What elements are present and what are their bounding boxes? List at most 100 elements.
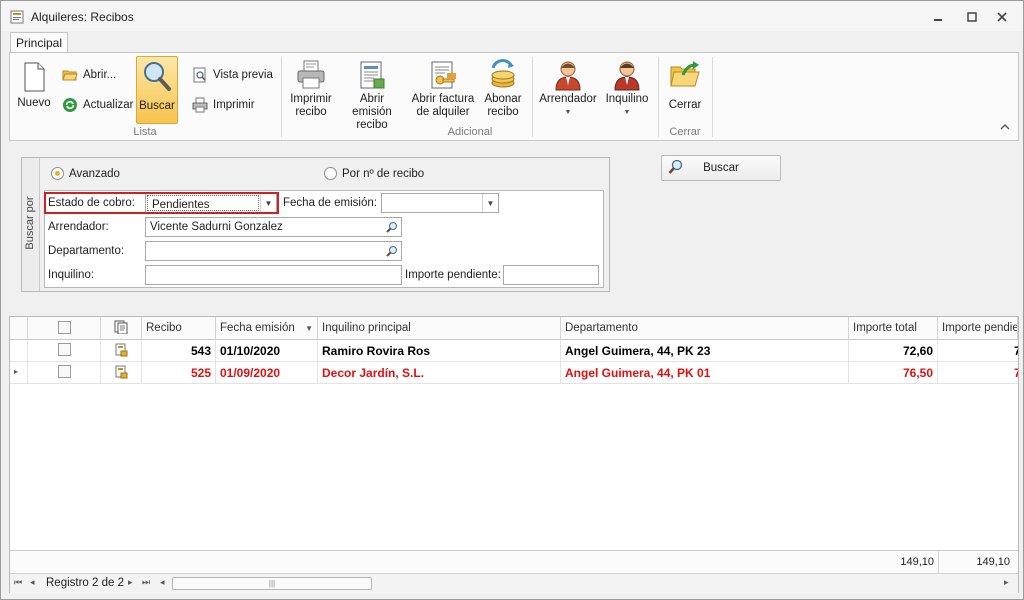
- departamento-label: Departamento:: [48, 245, 125, 257]
- importe-pendiente-field[interactable]: [503, 265, 599, 285]
- first-record-icon[interactable]: ⏮: [14, 577, 22, 588]
- search-icon[interactable]: [383, 242, 401, 260]
- refresh-icon: [62, 97, 83, 113]
- arrendador-label: Arrendador: [539, 93, 597, 105]
- cerrar-button[interactable]: Cerrar: [664, 59, 706, 112]
- inquilino-label: Inquilino:: [48, 269, 95, 281]
- collapse-ribbon-icon[interactable]: [1000, 123, 1010, 134]
- departamento-value: [146, 242, 383, 260]
- actualizar-button[interactable]: Actualizar: [62, 97, 134, 113]
- row-checkbox[interactable]: [57, 343, 71, 356]
- imprimir-button[interactable]: Imprimir: [192, 97, 255, 113]
- exit-folder-icon: [669, 59, 701, 91]
- chevron-down-icon[interactable]: ▼: [482, 194, 498, 212]
- search-icon[interactable]: [383, 218, 401, 236]
- previous-record-icon[interactable]: ◂: [30, 577, 35, 588]
- chevron-down-icon: ▼: [564, 109, 572, 116]
- table-row[interactable]: ▸ 525 01/09/2020 Decor Jardín, S.L. Ange…: [10, 362, 1018, 384]
- select-all-header[interactable]: [28, 317, 101, 340]
- column-header-departamento[interactable]: Departamento: [561, 317, 849, 340]
- minimize-button[interactable]: [927, 8, 949, 26]
- group-label-cerrar: Cerrar: [669, 126, 701, 138]
- arrendador-dropdown-button[interactable]: Arrendador ▼: [538, 59, 598, 119]
- column-header-recibo[interactable]: Recibo: [142, 317, 216, 340]
- abrir-factura-label-2: de alquiler: [416, 106, 470, 118]
- imprimir-recibo-button[interactable]: Imprimir recibo: [288, 59, 334, 119]
- record-navigator: ⏮ ◂ Registro 2 de 2 ▸ ⏭ ◂ ||| ▸: [10, 573, 1018, 593]
- radio-avanzado[interactable]: Avanzado: [51, 167, 120, 180]
- group-separator: [532, 57, 533, 137]
- cell-recibo: 525: [142, 362, 216, 384]
- column-header-importe-pendiente[interactable]: Importe pendiente: [938, 317, 1018, 340]
- fecha-emision-select[interactable]: ▼: [381, 193, 499, 213]
- radio-por-numero[interactable]: Por nº de recibo: [324, 167, 424, 180]
- last-record-icon[interactable]: ⏭: [142, 577, 150, 588]
- cell-importe-pendiente: 76,50: [938, 362, 1018, 383]
- cerrar-label: Cerrar: [668, 99, 702, 111]
- tab-principal[interactable]: Principal: [10, 32, 68, 54]
- abonar-label-2: recibo: [487, 106, 519, 118]
- cell-importe-total: 76,50: [849, 362, 938, 384]
- inquilino-dropdown-button[interactable]: Inquilino ▼: [602, 59, 652, 119]
- ribbon: Nuevo Abrir... Actualizar Buscar Vista p: [9, 52, 1019, 141]
- preview-icon: [192, 67, 213, 83]
- group-separator: [281, 57, 282, 137]
- close-button[interactable]: [991, 8, 1013, 26]
- abonar-recibo-button[interactable]: Abonar recibo: [480, 59, 526, 119]
- departamento-field[interactable]: [145, 241, 402, 261]
- scroll-right-icon[interactable]: ▸: [1004, 577, 1009, 588]
- cell-inquilino: Decor Jardín, S.L.: [318, 362, 561, 384]
- inquilino-field[interactable]: [145, 265, 402, 285]
- receipt-icon: [115, 343, 128, 357]
- app-window: Alquileres: Recibos Principal Nuevo Abri…: [0, 0, 1024, 600]
- row-checkbox-cell[interactable]: [28, 340, 101, 362]
- arrendador-field[interactable]: Vicente Sadurni Gonzalez: [145, 217, 402, 237]
- new-document-icon: [18, 61, 50, 93]
- scroll-left-icon[interactable]: ◂: [160, 577, 165, 588]
- radio-por-numero-label: Por nº de recibo: [342, 167, 425, 180]
- print-receipt-icon: [295, 59, 327, 91]
- receipt-icon: [115, 365, 128, 379]
- cell-importe-total: 72,60: [849, 340, 938, 362]
- coins-refund-icon: [487, 59, 519, 91]
- select-all-checkbox[interactable]: [57, 321, 71, 334]
- row-checkbox[interactable]: [57, 365, 71, 378]
- radio-unselected-icon: [324, 167, 337, 180]
- buscar-ribbon-button[interactable]: Buscar: [136, 56, 178, 124]
- group-label-lista: Lista: [133, 126, 157, 138]
- imprimir-label: Imprimir: [213, 99, 255, 111]
- buscar-por-label: Buscar por: [24, 196, 36, 250]
- abrir-button[interactable]: Abrir...: [62, 67, 116, 83]
- folder-open-icon: [62, 67, 83, 83]
- printer-icon: [192, 97, 213, 113]
- inquilino-label: Inquilino: [605, 93, 649, 105]
- nuevo-button[interactable]: Nuevo: [16, 61, 52, 110]
- arrendador-label: Arrendador:: [48, 221, 109, 233]
- cell-importe-pendiente-clip: 76,50: [938, 362, 1018, 384]
- next-record-icon[interactable]: ▸: [128, 577, 133, 588]
- column-header-importe-total[interactable]: Importe total: [849, 317, 938, 340]
- abrir-emision-label-1: Abrir emisión: [352, 93, 392, 118]
- row-checkbox-cell[interactable]: [28, 362, 101, 384]
- fecha-emision-value: [382, 194, 482, 212]
- cell-fecha: 01/09/2020: [216, 362, 318, 384]
- arrendador-value: Vicente Sadurni Gonzalez: [150, 221, 283, 233]
- search-icon: [668, 159, 684, 178]
- chevron-down-icon: ▼: [623, 109, 631, 116]
- receipt-issue-icon: [356, 59, 388, 91]
- column-header-fecha[interactable]: Fecha emisión ▼: [216, 317, 318, 340]
- maximize-button[interactable]: [961, 8, 983, 26]
- vista-previa-button[interactable]: Vista previa: [192, 67, 273, 83]
- nuevo-label: Nuevo: [17, 97, 51, 109]
- abrir-factura-alquiler-button[interactable]: Abrir factura de alquiler: [410, 59, 476, 119]
- column-header-inquilino[interactable]: Inquilino principal: [318, 317, 561, 340]
- table-row[interactable]: 543 01/10/2020 Ramiro Rovira Ros Angel G…: [10, 340, 1018, 362]
- abrir-emision-recibo-button[interactable]: Abrir emisión recibo: [340, 59, 404, 132]
- imprimir-recibo-label-2: recibo: [295, 106, 327, 118]
- buscar-por-strip: Buscar por: [22, 158, 40, 291]
- horizontal-scrollbar-thumb[interactable]: |||: [172, 577, 372, 590]
- abrir-factura-label-1: Abrir factura: [411, 93, 475, 105]
- row-indicator: [10, 340, 28, 362]
- buscar-button[interactable]: Buscar: [661, 155, 781, 181]
- buscar-ribbon-label: Buscar: [139, 100, 175, 112]
